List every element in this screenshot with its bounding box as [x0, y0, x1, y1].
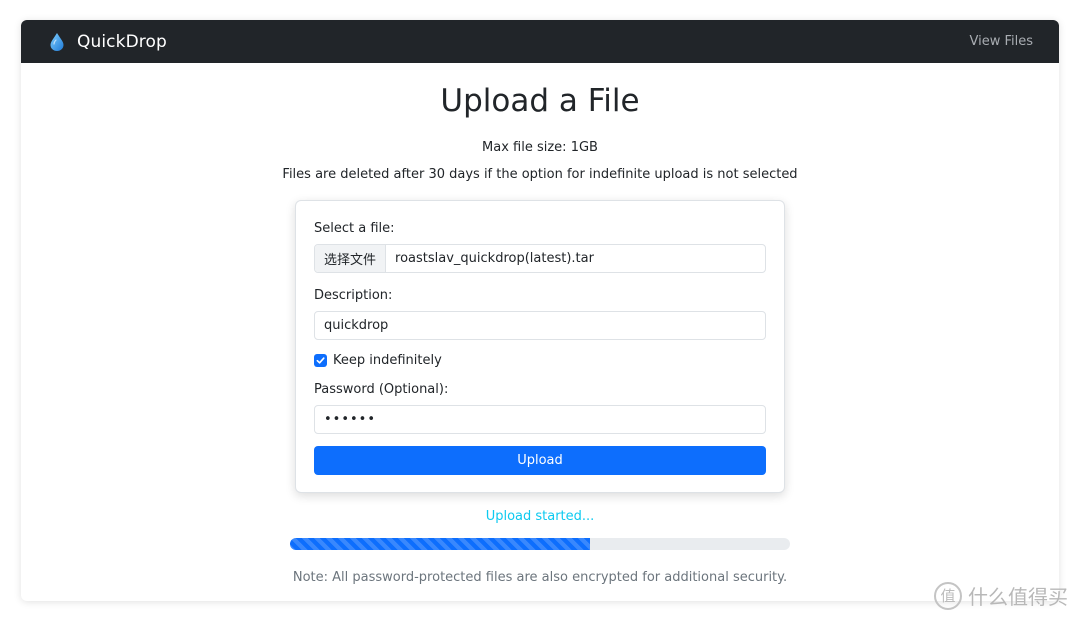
keep-indefinitely-checkbox[interactable]	[314, 354, 327, 367]
encryption-note: Note: All password-protected files are a…	[292, 570, 788, 585]
checkmark-icon	[316, 357, 325, 364]
upload-progress	[290, 538, 790, 550]
description-label: Description:	[314, 288, 393, 303]
keep-indefinitely-label: Keep indefinitely	[333, 353, 442, 368]
watermark: 值 什么值得买	[934, 581, 1068, 610]
navbar: QuickDrop View Files	[21, 20, 1059, 63]
watermark-text: 什么值得买	[968, 585, 1068, 609]
password-input[interactable]: ••••••	[314, 405, 766, 434]
upload-progress-bar	[290, 538, 590, 550]
upload-button[interactable]: Upload	[314, 446, 766, 475]
page-title: Upload a File	[440, 83, 640, 119]
upload-form: Select a file: 选择文件 roastslav_quickdrop(…	[295, 200, 785, 493]
view-files-link[interactable]: View Files	[969, 34, 1033, 49]
brand[interactable]: QuickDrop	[49, 32, 167, 52]
app-window: QuickDrop View Files Upload a File Max f…	[21, 20, 1059, 601]
brand-name: QuickDrop	[77, 31, 167, 52]
file-label: Select a file:	[314, 221, 395, 236]
upload-status: Upload started...	[485, 509, 595, 524]
password-label: Password (Optional):	[314, 382, 449, 397]
file-input[interactable]: 选择文件 roastslav_quickdrop(latest).tar	[314, 244, 766, 273]
keep-indefinitely-row[interactable]: Keep indefinitely	[314, 353, 766, 368]
choose-file-button[interactable]: 选择文件	[315, 245, 387, 272]
retention-note: Files are deleted after 30 days if the o…	[282, 167, 798, 182]
max-size-text: Max file size: 1GB	[482, 140, 598, 155]
water-drop-icon	[50, 32, 64, 51]
watermark-logo-icon: 值	[934, 581, 962, 610]
selected-file-name: roastslav_quickdrop(latest).tar	[395, 251, 594, 266]
description-input[interactable]: quickdrop	[314, 311, 766, 340]
